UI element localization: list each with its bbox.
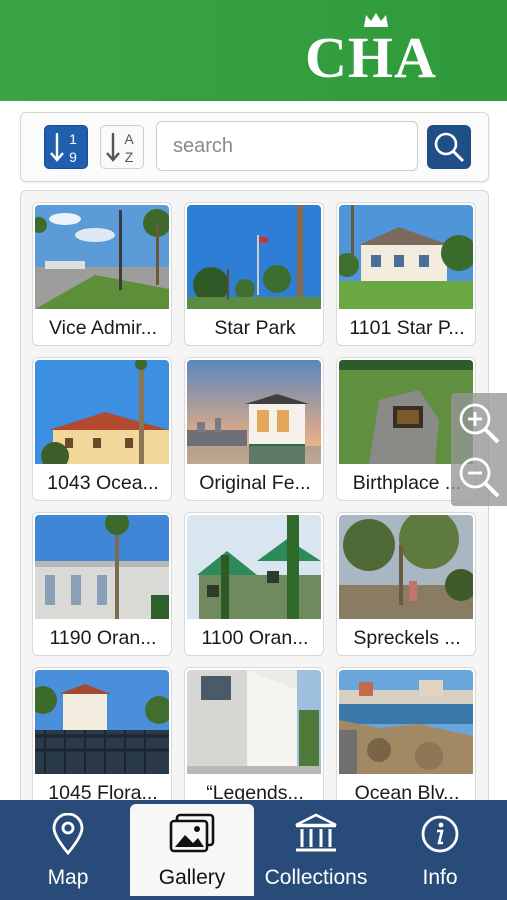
gallery-item-label: Spreckels ... (353, 627, 461, 649)
gallery-item[interactable]: Spreckels ... (336, 512, 476, 656)
zoom-in-icon (459, 403, 500, 444)
gallery-item-label: 1190 Oran... (49, 627, 157, 649)
gallery-thumbnail (187, 670, 321, 774)
magnifier-icon (434, 132, 465, 163)
logo-text: CHA (305, 25, 437, 90)
app-logo: CHA (305, 13, 455, 90)
map-pin-icon (52, 813, 84, 855)
gallery-thumbnail (339, 205, 473, 309)
tab-info-label: Info (422, 866, 458, 889)
zoom-out-button[interactable] (455, 453, 503, 501)
gallery-item[interactable]: 1045 Flora... (32, 667, 172, 811)
tab-info[interactable]: Info (378, 800, 502, 900)
gallery-item[interactable]: Original Fe... (184, 357, 324, 501)
sort-digit-bottom: 9 (69, 149, 77, 165)
gallery-item-label: Vice Admir... (48, 317, 158, 339)
gallery-item[interactable]: “Legends... (184, 667, 324, 811)
gallery-thumbnail (339, 515, 473, 619)
sort-alpha-icon: A Z (106, 131, 134, 165)
app-header: CHA (0, 0, 507, 101)
zoom-in-button[interactable] (455, 399, 503, 447)
gallery-item[interactable]: 1101 Star P... (336, 202, 476, 346)
gallery-item-label: 1101 Star P... (349, 317, 465, 339)
gallery-item-label: Original Fe... (199, 472, 311, 494)
info-icon (421, 815, 459, 853)
tab-gallery-label: Gallery (158, 866, 226, 889)
gallery-thumbnail (35, 205, 169, 309)
gallery-thumbnail (339, 670, 473, 774)
search-input[interactable] (156, 121, 418, 171)
sort-numeric-button[interactable]: 1 9 (44, 125, 88, 169)
gallery-thumbnail (35, 360, 169, 464)
sort-letter-top: A (124, 131, 134, 147)
crown-icon (364, 13, 388, 27)
gallery-thumbnail (35, 670, 169, 774)
gallery-thumbnail (187, 205, 321, 309)
sort-letter-bottom: Z (125, 149, 134, 165)
gallery-thumbnail (187, 515, 321, 619)
gallery-icon (169, 813, 215, 853)
sort-numeric-icon: 1 9 (50, 131, 77, 165)
tab-collections[interactable]: Collections (254, 800, 378, 900)
gallery-item-label: 1043 Ocea... (47, 472, 159, 494)
museum-icon (295, 813, 337, 852)
gallery-item[interactable]: 1043 Ocea... (32, 357, 172, 501)
search-button[interactable] (427, 125, 471, 169)
gallery-thumbnail (35, 515, 169, 619)
zoom-out-icon (459, 457, 500, 498)
tab-map[interactable]: Map (6, 800, 130, 900)
gallery-item[interactable]: 1100 Oran... (184, 512, 324, 656)
bottom-tab-bar: Map Gallery Collections Info (0, 800, 507, 900)
zoom-controls (451, 393, 507, 506)
gallery-item[interactable]: Vice Admir... (32, 202, 172, 346)
tab-gallery[interactable]: Gallery (130, 804, 254, 896)
tab-collections-label: Collections (264, 866, 368, 889)
gallery-item[interactable]: Ocean Blv... (336, 667, 476, 811)
tab-map-label: Map (47, 866, 89, 889)
gallery-thumbnail (187, 360, 321, 464)
gallery-toolbar: 1 9 A Z (20, 112, 489, 182)
sort-alpha-button[interactable]: A Z (100, 125, 144, 169)
gallery-item-label: Star Park (214, 317, 296, 339)
gallery-item-label: 1100 Oran... (201, 627, 309, 649)
sort-digit-top: 1 (69, 131, 77, 147)
gallery-item[interactable]: Star Park (184, 202, 324, 346)
gallery-grid[interactable]: Vice Admir... Star Park 1101 Star P... 1… (20, 190, 489, 812)
gallery-item[interactable]: 1190 Oran... (32, 512, 172, 656)
